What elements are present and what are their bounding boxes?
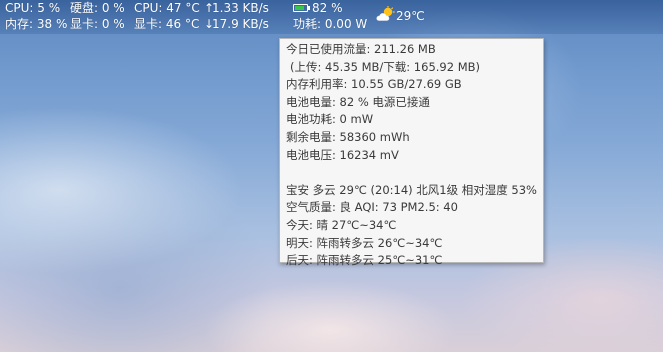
power-consumption: 功耗: 0.00 W	[293, 17, 368, 31]
separator	[286, 164, 543, 182]
current-weather: 宝安 多云 29℃ (20:14) 北风1级 相对湿度 53%	[286, 182, 537, 197]
battery-power: 电池功耗: 0 mW	[286, 112, 374, 127]
remaining-capacity: 剩余电量: 58360 mWh	[286, 129, 410, 144]
download-speed: 17.9 KB/s	[212, 17, 269, 31]
battery-fill	[295, 6, 305, 10]
traffic-today: 今日已使用流量: 211.26 MB	[286, 42, 436, 56]
battery-icon	[293, 4, 310, 12]
memory-usage: 内存: 38 %	[5, 17, 68, 31]
cpu-usage: CPU: 5 %	[5, 1, 61, 15]
forecast-day-after: 后天: 阵雨转多云 25℃~31℃	[286, 253, 443, 268]
traffic-monitor-bar[interactable]: CPU: 5 % 硬盘: 0 % CPU: 47 °C ↑ 1.33 KB/s …	[0, 0, 663, 34]
cpu-temperature: CPU: 47 °C	[134, 1, 200, 15]
partly-cloudy-icon	[376, 6, 395, 21]
forecast-tomorrow: 明天: 阵雨转多云 26℃~34℃	[286, 235, 443, 250]
gpu-temperature: 显卡: 46 °C	[134, 17, 200, 31]
forecast-today: 今天: 晴 27℃~34℃	[286, 217, 397, 232]
memory-utilization: 内存利用率: 10.55 GB/27.69 GB	[286, 77, 462, 92]
battery-voltage: 电池电压: 16234 mV	[286, 147, 399, 162]
weather-temperature: 29℃	[396, 9, 425, 23]
traffic-monitor-tooltip: 今日已使用流量: 211.26 MB (上传: 45.35 MB/下载: 165…	[279, 38, 544, 267]
air-quality: 空气质量: 良 AQI: 73 PM2.5: 40	[286, 200, 458, 215]
upload-speed: 1.33 KB/s	[212, 1, 269, 15]
traffic-detail: (上传: 45.35 MB/下载: 165.92 MB)	[290, 59, 481, 74]
battery-level: 电池电量: 82 % 电源已接通	[286, 94, 430, 109]
battery-percent: 82 %	[312, 1, 343, 15]
gpu-usage: 显卡: 0 %	[70, 17, 125, 31]
disk-usage: 硬盘: 0 %	[70, 1, 125, 15]
